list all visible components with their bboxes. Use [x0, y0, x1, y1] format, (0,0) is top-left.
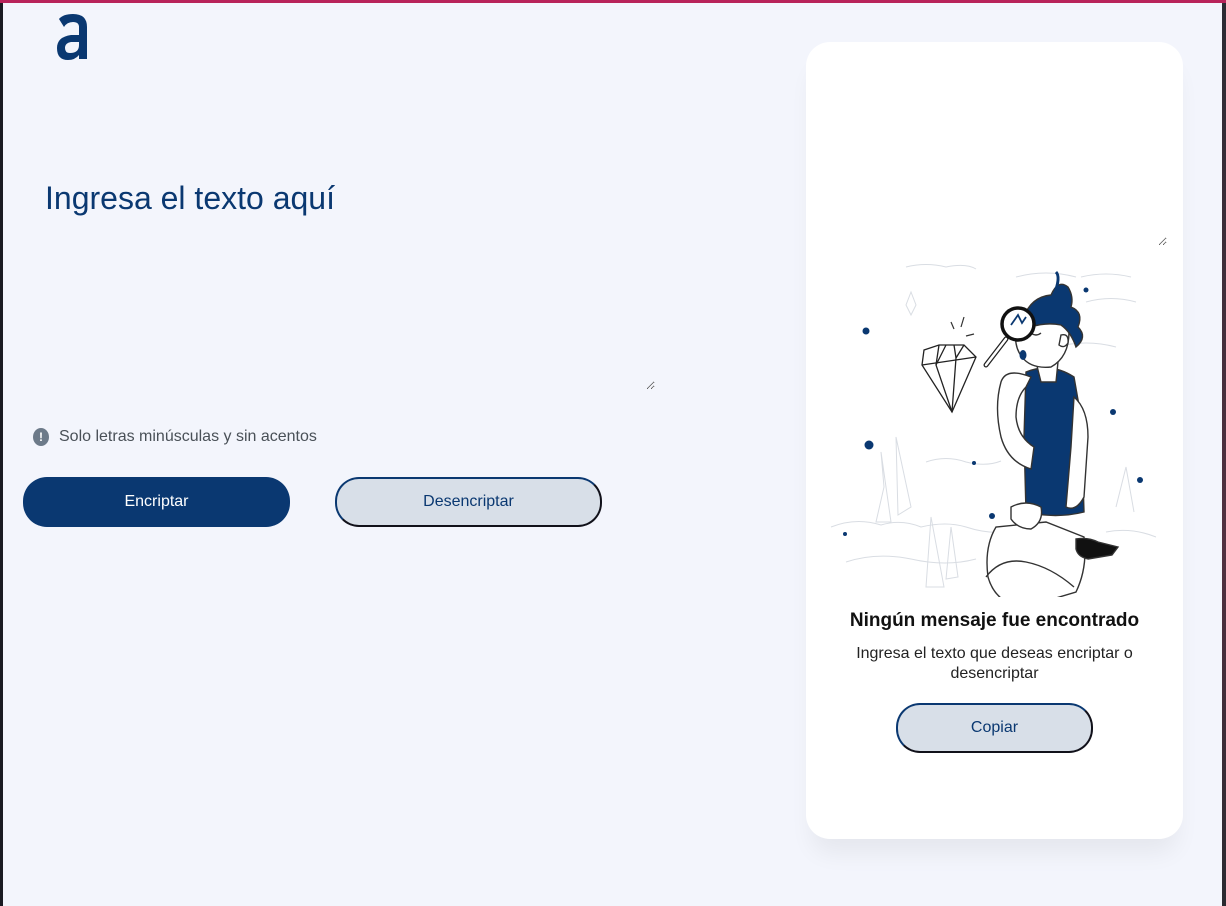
app-container: ! Solo letras minúsculas y sin acentos E… — [3, 3, 1222, 906]
person-with-magnifying-glass-illustration — [830, 264, 1157, 597]
alura-logo-icon — [57, 14, 87, 60]
encrypt-button[interactable]: Encriptar — [23, 477, 290, 527]
text-input[interactable] — [43, 178, 655, 390]
output-textarea[interactable] — [816, 52, 1167, 246]
input-hint: ! Solo letras minúsculas y sin acentos — [33, 428, 317, 446]
decrypt-button[interactable]: Desencriptar — [335, 477, 602, 527]
exclamation-circle-icon: ! — [33, 428, 49, 446]
empty-state-title: Ningún mensaje fue encontrado — [849, 610, 1140, 631]
empty-state-text: Ingresa el texto que deseas encriptar o … — [856, 645, 1133, 682]
copy-button[interactable]: Copiar — [896, 703, 1093, 753]
output-card: Ningún mensaje fue encontrado Ingresa el… — [806, 42, 1183, 839]
window-right-edge — [1222, 3, 1226, 906]
hint-text: Solo letras minúsculas y sin acentos — [59, 428, 317, 445]
